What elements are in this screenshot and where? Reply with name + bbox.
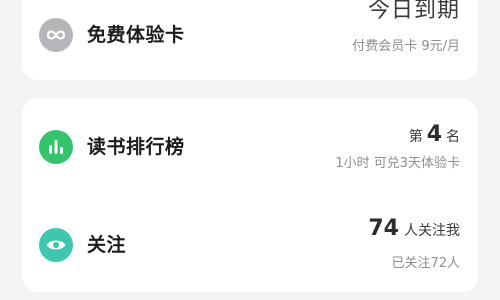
rank-number: 4	[426, 122, 442, 147]
rank-position: 第4名	[409, 120, 460, 152]
rank-row[interactable]: 读书排行榜 第4名 1小时 可兑3天体验卡	[22, 112, 478, 182]
free-card-title: 免费体验卡	[87, 24, 185, 46]
bar-chart-icon	[39, 130, 73, 164]
free-card-row[interactable]: 免费体验卡 今日到期 付费会员卡 9元/月	[22, 0, 478, 70]
eye-icon	[39, 228, 73, 262]
infinity-icon	[39, 18, 73, 52]
stats-panel: 读书排行榜 第4名 1小时 可兑3天体验卡 关注 74 人关注我 已关注72人	[22, 98, 478, 292]
following-count: 已关注72人	[391, 256, 460, 271]
follower-count: 74 人关注我	[368, 214, 460, 246]
rank-note: 1小时 可兑3天体验卡	[335, 156, 460, 171]
follower-suffix: 人关注我	[404, 223, 460, 239]
free-card-status: 今日到期	[367, 0, 460, 23]
rank-prefix: 第	[408, 129, 423, 145]
follow-row[interactable]: 关注 74 人关注我 已关注72人	[22, 210, 478, 280]
free-card-price-note: 付费会员卡 9元/月	[352, 39, 460, 54]
rank-title: 读书排行榜	[87, 136, 185, 158]
free-card-panel: 免费体验卡 今日到期 付费会员卡 9元/月	[22, 0, 478, 80]
rank-suffix: 名	[446, 129, 460, 145]
follow-title: 关注	[87, 234, 127, 256]
follower-number: 74	[368, 216, 399, 241]
